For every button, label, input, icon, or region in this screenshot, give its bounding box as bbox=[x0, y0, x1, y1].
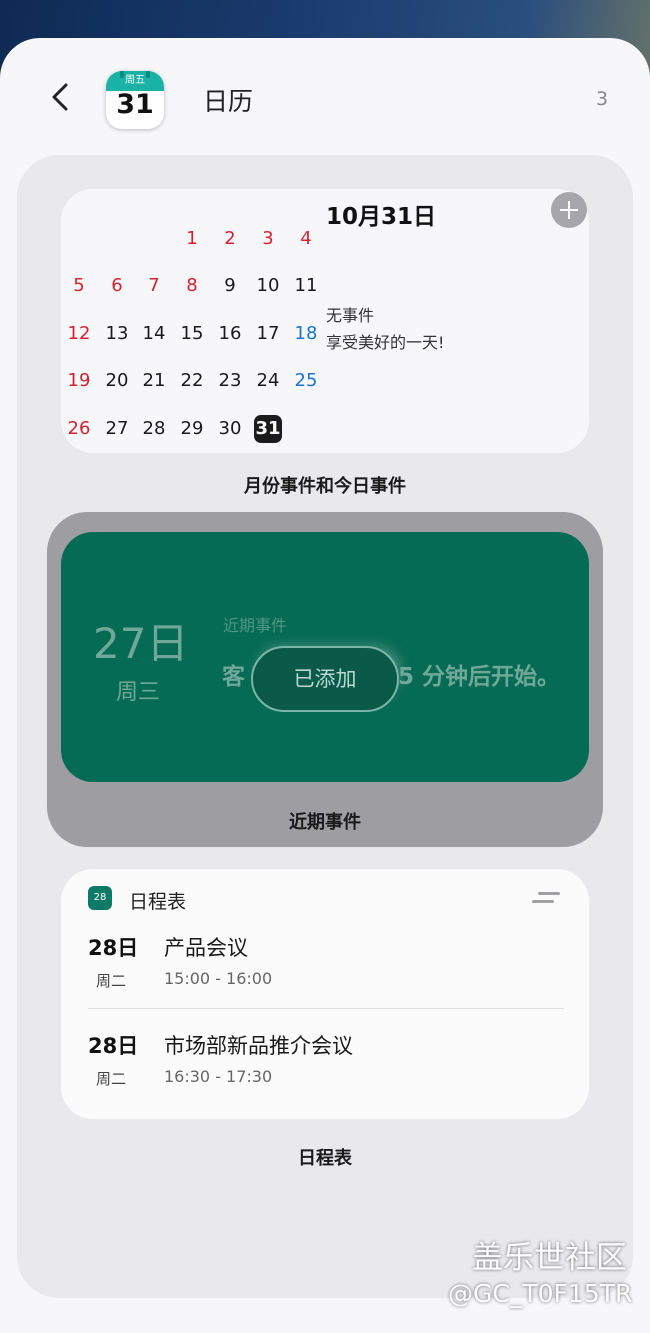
event-1-day: 28日 bbox=[88, 936, 139, 960]
calendar-day-22: 22 bbox=[180, 370, 204, 391]
calendar-day-29: 29 bbox=[180, 418, 204, 439]
event-2-name: 市场部新品推介会议 bbox=[164, 1034, 353, 1058]
page-title: 日历 bbox=[203, 87, 254, 116]
schedule-calendar-icon: 28 bbox=[88, 886, 112, 910]
calendar-day-11: 11 bbox=[294, 275, 318, 296]
calendar-day-3: 3 bbox=[262, 228, 274, 249]
calendar-day-7: 7 bbox=[148, 275, 160, 296]
calendar-day-26: 26 bbox=[67, 418, 91, 439]
calendar-day-8: 8 bbox=[186, 275, 198, 296]
calendar-day-5: 5 bbox=[73, 275, 85, 296]
calendar-day-27: 27 bbox=[105, 418, 129, 439]
calendar-day-24: 24 bbox=[256, 370, 280, 391]
add-event-icon[interactable] bbox=[551, 192, 587, 228]
calendar-day-23: 23 bbox=[218, 370, 242, 391]
calendar-day-28: 28 bbox=[142, 418, 166, 439]
upcoming-weekday: 周三 bbox=[116, 680, 161, 705]
calendar-day-17: 17 bbox=[256, 323, 280, 344]
calendar-day-10: 10 bbox=[256, 275, 280, 296]
event-2-time: 16:30 - 17:30 bbox=[164, 1067, 273, 1086]
event-1-name: 产品会议 bbox=[164, 936, 248, 960]
calendar-day-9: 9 bbox=[224, 275, 236, 296]
calendar-day-12: 12 bbox=[67, 323, 91, 344]
upcoming-day: 27日 bbox=[93, 619, 189, 668]
calendar-day-30: 30 bbox=[218, 418, 242, 439]
calendar-day-4: 4 bbox=[300, 228, 312, 249]
app-icon-weekday: 周五 bbox=[106, 71, 164, 91]
watermark-handle: @GC_T0F15TR bbox=[448, 1279, 633, 1308]
upcoming-widget-caption: 近期事件 bbox=[289, 812, 361, 833]
upcoming-title-left: 客 bbox=[222, 664, 245, 690]
calendar-day-2: 2 bbox=[224, 228, 236, 249]
calendar-day-1: 1 bbox=[186, 228, 198, 249]
upcoming-title-right: 5 分钟后开始。 bbox=[398, 664, 561, 690]
event-1-weekday: 周二 bbox=[96, 972, 127, 990]
calendar-day-16: 16 bbox=[218, 323, 242, 344]
no-event-text: 无事件 bbox=[326, 306, 375, 325]
calendar-day-18: 18 bbox=[294, 323, 318, 344]
app-icon-day: 31 bbox=[116, 89, 154, 120]
event-2-weekday: 周二 bbox=[96, 1070, 127, 1088]
calendar-day-13: 13 bbox=[105, 323, 129, 344]
calendar-day-31: 31 bbox=[250, 415, 286, 443]
upcoming-label: 近期事件 bbox=[223, 616, 288, 635]
event-1-time: 15:00 - 16:00 bbox=[164, 969, 273, 988]
schedule-title: 日程表 bbox=[129, 891, 187, 913]
event-divider bbox=[88, 1008, 564, 1009]
calendar-day-25: 25 bbox=[294, 370, 318, 391]
added-button[interactable]: 已添加 bbox=[251, 646, 399, 712]
calendar-day-20: 20 bbox=[105, 370, 129, 391]
header: 周五 31 日历 3 bbox=[0, 38, 650, 158]
widget-count: 3 bbox=[596, 88, 609, 110]
calendar-day-21: 21 bbox=[142, 370, 166, 391]
watermark-community: 盖乐世社区 bbox=[472, 1240, 627, 1276]
calendar-day-14: 14 bbox=[142, 323, 166, 344]
enjoy-day-text: 享受美好的一天! bbox=[326, 333, 445, 352]
month-date-heading: 10月31日 bbox=[326, 204, 437, 230]
event-2-day: 28日 bbox=[88, 1034, 139, 1058]
calendar-day-15: 15 bbox=[180, 323, 204, 344]
menu-lines-icon bbox=[532, 890, 560, 906]
calendar-day-6: 6 bbox=[111, 275, 123, 296]
back-arrow-icon[interactable] bbox=[44, 81, 76, 113]
schedule-widget-caption: 日程表 bbox=[298, 1148, 352, 1169]
calendar-day-19: 19 bbox=[67, 370, 91, 391]
calendar-app-icon: 周五 31 bbox=[106, 71, 164, 129]
month-widget-caption: 月份事件和今日事件 bbox=[244, 476, 406, 497]
